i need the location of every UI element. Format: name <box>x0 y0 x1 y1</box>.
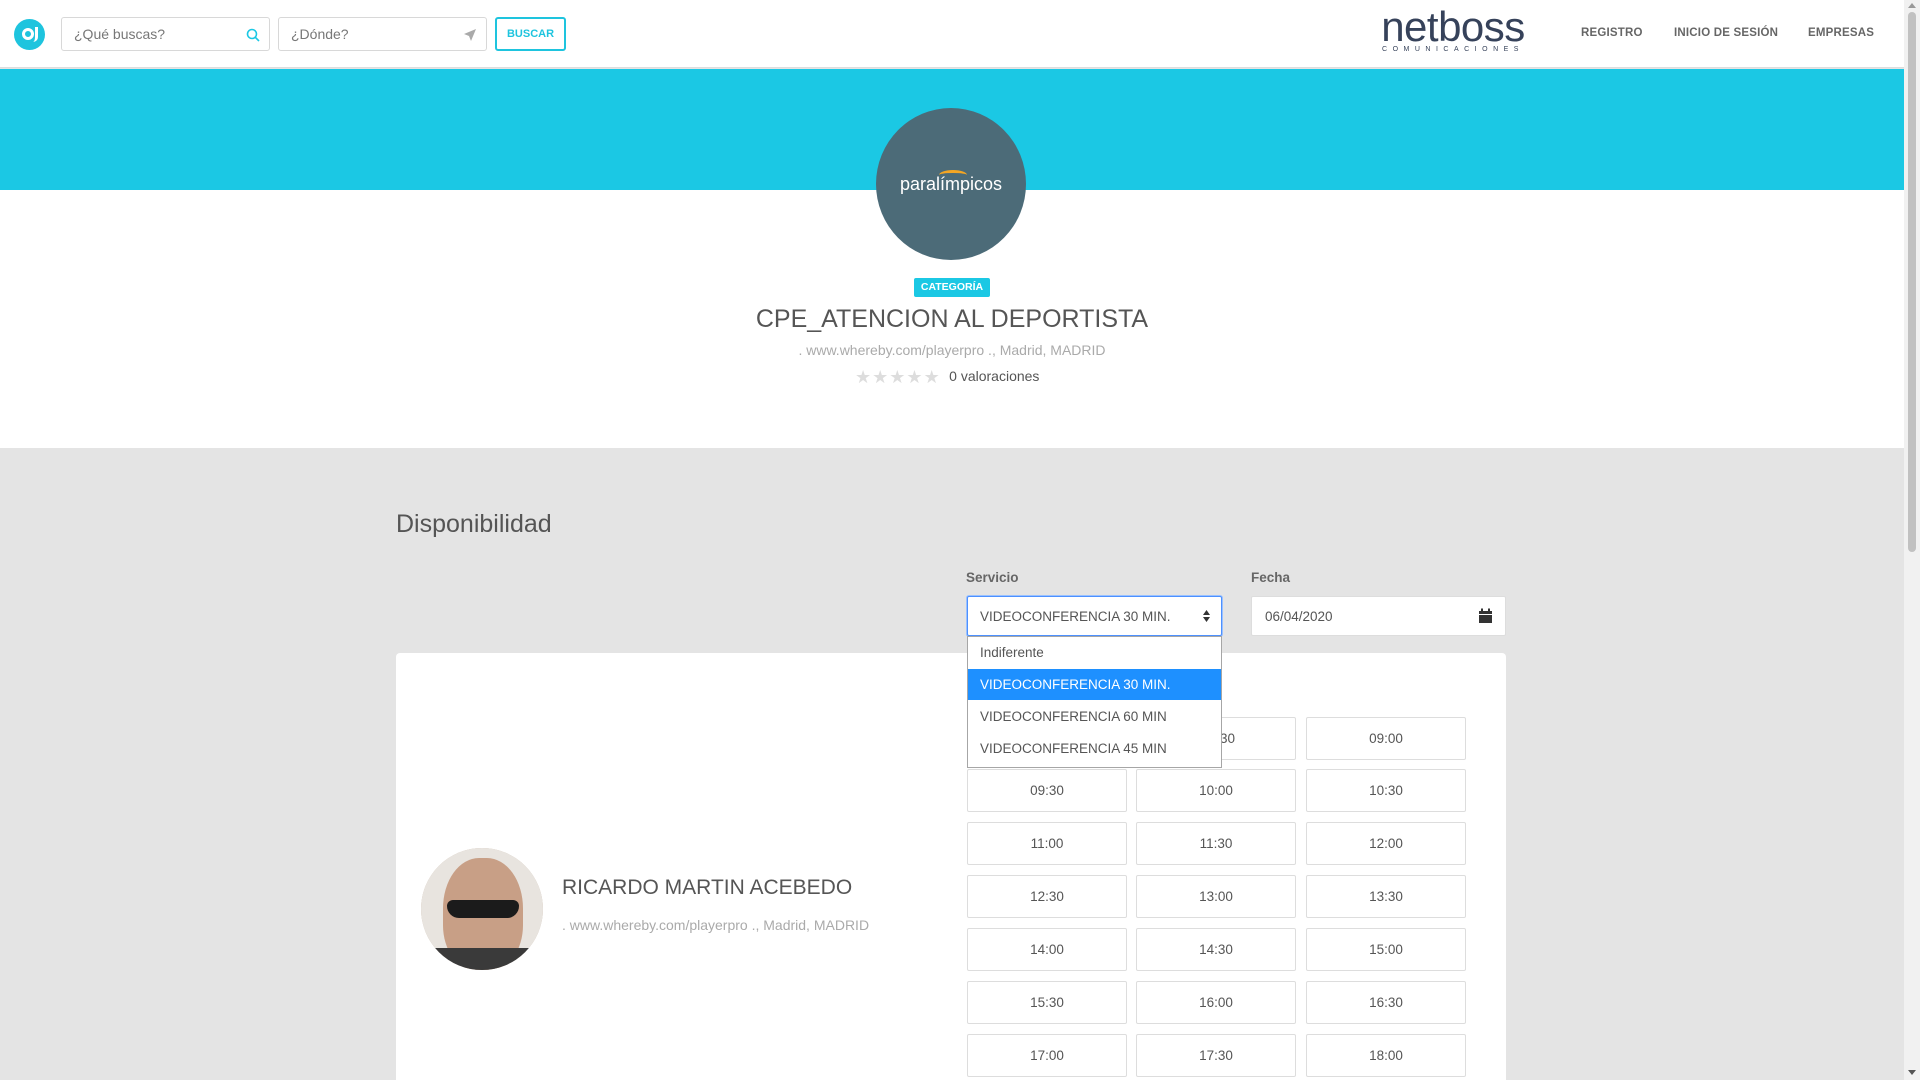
service-option[interactable]: VIDEOCONFERENCIA 45 MIN <box>968 733 1221 764</box>
time-slot[interactable]: 10:30 <box>1306 769 1466 812</box>
location-input[interactable] <box>279 18 486 50</box>
business-avatar: paralímpicos <box>876 108 1026 260</box>
time-slot[interactable]: 11:30 <box>1136 822 1296 865</box>
time-slot[interactable]: 17:30 <box>1136 1034 1296 1077</box>
date-value: 06/04/2020 <box>1265 609 1333 624</box>
business-address: . www.whereby.com/playerpro ., Madrid, M… <box>798 342 1106 358</box>
search-input[interactable] <box>62 18 269 50</box>
sort-arrows-icon <box>1203 610 1210 622</box>
search-button[interactable]: BUSCAR <box>495 17 566 51</box>
service-option-selected[interactable]: VIDEOCONFERENCIA 30 MIN. <box>968 669 1221 700</box>
time-slot[interactable]: 15:30 <box>967 981 1127 1024</box>
star-icon: ★ <box>889 367 906 387</box>
date-picker[interactable]: 06/04/2020 <box>1251 596 1506 636</box>
business-logo-text: paralímpicos <box>899 174 1003 194</box>
time-slot[interactable]: 15:00 <box>1306 928 1466 971</box>
professional-name: RICARDO MARTIN ACEBEDO <box>562 876 853 899</box>
time-slot[interactable]: 16:00 <box>1136 981 1296 1024</box>
search-field <box>61 17 270 51</box>
time-slot[interactable]: 09:30 <box>967 769 1127 812</box>
professional-address: . www.whereby.com/playerpro ., Madrid, M… <box>562 917 870 933</box>
time-slot[interactable]: 14:30 <box>1136 928 1296 971</box>
logo-icon[interactable] <box>14 19 45 50</box>
business-title: CPE_ATENCION AL DEPORTISTA <box>755 305 1149 333</box>
star-icon: ★ <box>855 367 872 387</box>
category-badge[interactable]: CATEGORÍA <box>914 278 990 297</box>
top-header: BUSCAR netboss COMUNICACIONES REGISTRO I… <box>0 0 1904 68</box>
rating: ★★★★★ 0 valoraciones <box>855 367 1039 387</box>
time-slot[interactable]: 10:00 <box>1136 769 1296 812</box>
date-label: Fecha <box>1251 570 1291 585</box>
scroll-down-arrow-icon[interactable] <box>1908 1070 1916 1075</box>
star-icon: ★ <box>923 367 940 387</box>
service-dropdown-list: Indiferente VIDEOCONFERENCIA 30 MIN. VID… <box>967 636 1222 768</box>
rating-count: 0 valoraciones <box>949 368 1040 384</box>
service-option[interactable]: Indiferente <box>968 637 1221 668</box>
scroll-up-arrow-icon[interactable] <box>1908 3 1916 8</box>
brand-logo[interactable]: netboss COMUNICACIONES <box>1378 6 1528 58</box>
time-slot[interactable]: 17:00 <box>967 1034 1127 1077</box>
time-slot[interactable]: 18:00 <box>1306 1034 1466 1077</box>
availability-title: Disponibilidad <box>396 510 552 538</box>
time-slot[interactable]: 11:00 <box>967 822 1127 865</box>
professional-photo <box>421 848 543 970</box>
page-scrollbar[interactable] <box>1904 0 1920 1080</box>
scroll-thumb[interactable] <box>1908 12 1916 552</box>
time-slot[interactable]: 16:30 <box>1306 981 1466 1024</box>
time-slot[interactable]: 13:00 <box>1136 875 1296 918</box>
nav-register-link[interactable]: REGISTRO <box>1581 27 1643 39</box>
brand-subtitle: COMUNICACIONES <box>1382 46 1524 53</box>
nav-login-link[interactable]: INICIO DE SESIÓN <box>1674 27 1778 39</box>
location-field <box>278 17 487 51</box>
location-arrow-icon[interactable] <box>463 28 477 42</box>
service-label: Servicio <box>966 570 1019 585</box>
search-icon[interactable] <box>246 28 260 42</box>
star-icon: ★ <box>906 367 923 387</box>
star-icon: ★ <box>872 367 889 387</box>
service-option[interactable]: VIDEOCONFERENCIA 60 MIN <box>968 701 1221 732</box>
nav-business-link[interactable]: EMPRESAS <box>1808 27 1874 39</box>
time-slot[interactable]: 12:00 <box>1306 822 1466 865</box>
service-selected-value: VIDEOCONFERENCIA 30 MIN. <box>980 609 1171 624</box>
service-select[interactable]: VIDEOCONFERENCIA 30 MIN. <box>967 596 1222 636</box>
time-slot[interactable]: 09:00 <box>1306 717 1466 760</box>
time-slot[interactable]: 14:00 <box>967 928 1127 971</box>
calendar-icon[interactable] <box>1478 608 1493 624</box>
time-slot[interactable]: 12:30 <box>967 875 1127 918</box>
time-slot[interactable]: 13:30 <box>1306 875 1466 918</box>
brand-name: netboss <box>1381 3 1525 50</box>
